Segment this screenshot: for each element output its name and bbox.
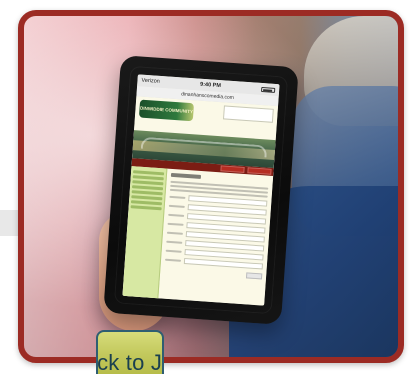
login-box[interactable] <box>222 105 274 123</box>
field-label <box>165 249 182 253</box>
click-to-join-button[interactable]: ick to Join <box>96 330 164 374</box>
tablet-screen: Verizon 9:40 PM dinanhanscomedia.com DIN… <box>122 74 280 306</box>
login-area <box>197 104 274 123</box>
carrier: Verizon <box>141 77 161 85</box>
site-logo: DINWIDDIE COMMUNITY <box>138 99 195 122</box>
field-label <box>164 258 182 262</box>
clock: 9:40 PM <box>199 81 222 90</box>
field-label <box>169 195 186 199</box>
field-label <box>166 240 183 244</box>
field-label <box>167 222 184 226</box>
field-label <box>168 204 185 208</box>
content-area <box>122 166 273 306</box>
tablet-device: Verizon 9:40 PM dinanhanscomedia.com DIN… <box>103 55 299 325</box>
cta-text: ick to Join <box>97 350 163 374</box>
form-title <box>170 172 202 179</box>
field-label <box>166 231 183 235</box>
signup-form <box>158 169 273 306</box>
photo-frame: Verizon 9:40 PM dinanhanscomedia.com DIN… <box>18 10 404 363</box>
field-label <box>168 213 185 217</box>
battery-icon <box>261 86 276 93</box>
submit-button[interactable] <box>245 272 263 280</box>
sidebar-link[interactable] <box>130 205 162 211</box>
website: DINWIDDIE COMMUNITY <box>122 96 279 306</box>
